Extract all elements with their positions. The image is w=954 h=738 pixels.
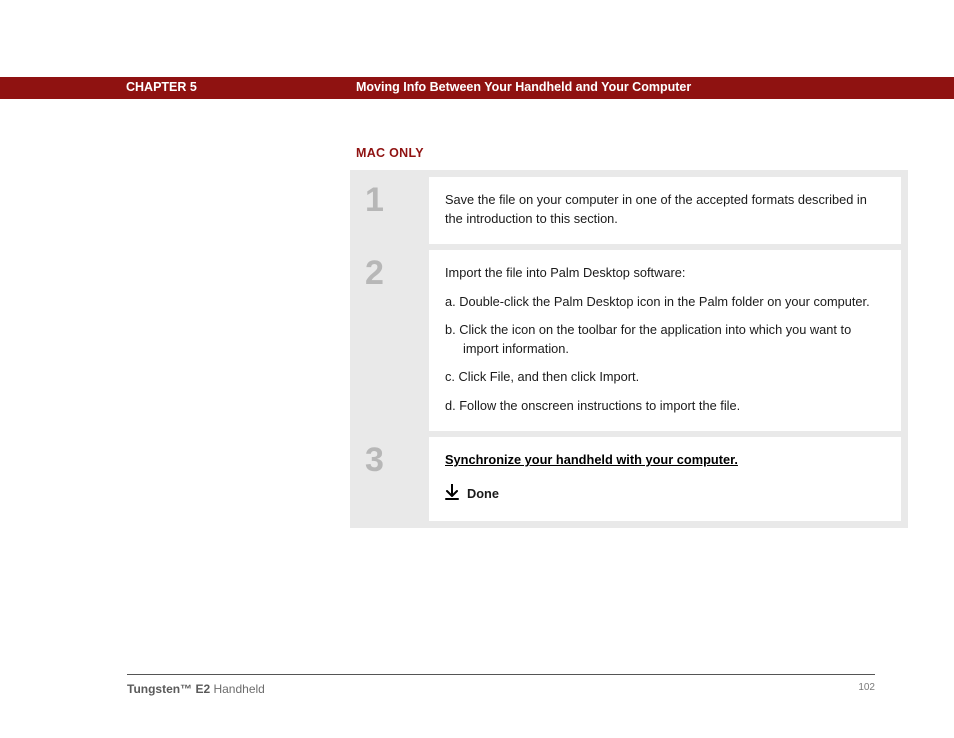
done-indicator: Done — [445, 484, 885, 506]
step-number: 2 — [357, 250, 423, 290]
footer-rule — [127, 674, 875, 675]
page-number: 102 — [858, 682, 875, 693]
step-content: Import the file into Palm Desktop softwa… — [429, 250, 901, 431]
step-row: 3 Synchronize your handheld with your co… — [357, 437, 901, 521]
page-footer: Tungsten™ E2 Handheld 102 — [127, 682, 875, 696]
platform-label: MAC ONLY — [356, 146, 424, 160]
product-name-rest: Handheld — [210, 682, 265, 696]
substep-c: c. Click File, and then click Import. — [445, 368, 885, 387]
step-body-text: Save the file on your computer in one of… — [445, 191, 885, 228]
step-row: 2 Import the file into Palm Desktop soft… — [357, 250, 901, 431]
step-row: 1 Save the file on your computer in one … — [357, 177, 901, 244]
step-content: Synchronize your handheld with your comp… — [429, 437, 901, 521]
done-label: Done — [467, 485, 499, 504]
chapter-label: CHAPTER 5 — [126, 80, 197, 94]
substep-b: b. Click the icon on the toolbar for the… — [445, 321, 885, 358]
step-number: 1 — [357, 177, 423, 217]
chapter-header-bar: CHAPTER 5 Moving Info Between Your Handh… — [0, 77, 954, 99]
down-arrow-icon — [445, 484, 459, 506]
step-content: Save the file on your computer in one of… — [429, 177, 901, 244]
substep-a: a. Double-click the Palm Desktop icon in… — [445, 293, 885, 312]
step-lead-text: Import the file into Palm Desktop softwa… — [445, 264, 885, 283]
product-name-bold: Tungsten™ E2 — [127, 682, 210, 696]
document-page: CHAPTER 5 Moving Info Between Your Handh… — [0, 0, 954, 738]
step-number: 3 — [357, 437, 423, 477]
substep-d: d. Follow the onscreen instructions to i… — [445, 397, 885, 416]
synchronize-link[interactable]: Synchronize your handheld with your comp… — [445, 452, 738, 467]
chapter-title: Moving Info Between Your Handheld and Yo… — [356, 80, 691, 94]
steps-card: 1 Save the file on your computer in one … — [350, 170, 908, 528]
